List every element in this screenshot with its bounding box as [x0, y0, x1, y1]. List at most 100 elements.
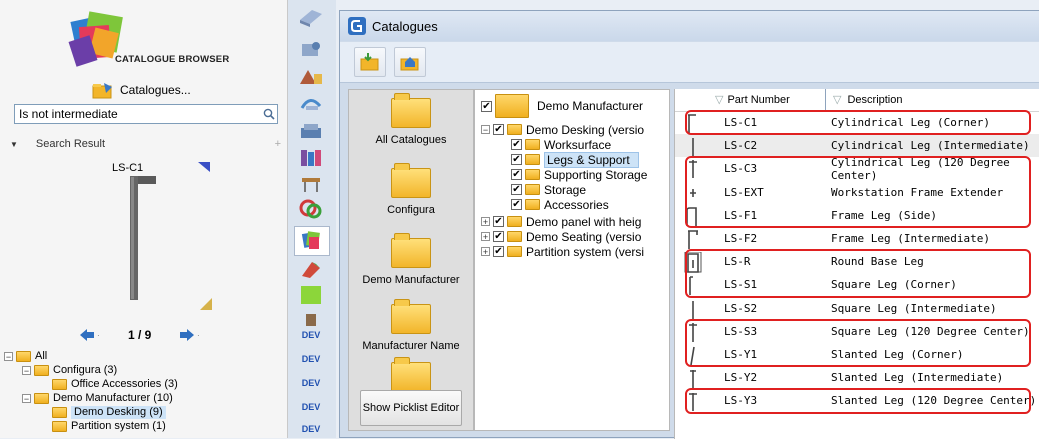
arrow-left-icon — [80, 329, 94, 341]
part-thumbnail — [684, 299, 702, 319]
catalogue-tree-label: Demo Manufacturer — [537, 99, 644, 113]
folder-icon — [507, 124, 522, 135]
dev-icon-3[interactable]: DEV — [298, 378, 324, 404]
tool-icon-1[interactable] — [298, 6, 324, 32]
catalogue-tree-item[interactable]: ✔ Demo Manufacturer — [481, 92, 643, 120]
filter-icon[interactable]: ▽ — [833, 93, 841, 106]
catalogue-tree-item[interactable]: +✔Legs & Support — [499, 151, 639, 168]
catalogue-tree-item[interactable]: + ✔ Demo Seating (versio — [481, 229, 641, 244]
catalogue-item[interactable]: Configura — [349, 163, 473, 216]
next-page-button[interactable]: · — [180, 328, 202, 342]
expand-toggle-icon[interactable]: + — [481, 247, 490, 257]
resize-corner-icon — [200, 298, 212, 310]
part-thumbnail — [684, 136, 702, 157]
checkbox[interactable]: ✔ — [511, 184, 522, 195]
expand-toggle-icon[interactable]: + — [481, 232, 490, 242]
catalogue-tree-item[interactable]: +✔Supporting Storage — [499, 167, 647, 182]
highlight-box — [685, 249, 1031, 298]
catalogue-tree-item[interactable]: + ✔ Partition system (versi — [481, 244, 644, 259]
search-box[interactable] — [14, 104, 278, 124]
catalogue-item[interactable]: Manufacturer Name — [349, 299, 473, 352]
description-header[interactable]: ▽ Description — [833, 93, 903, 107]
checkbox[interactable]: ✔ — [511, 154, 522, 165]
search-input[interactable] — [15, 107, 261, 121]
prev-page-button[interactable]: · — [80, 328, 102, 342]
checkbox[interactable]: ✔ — [493, 216, 504, 227]
tool-icon-7[interactable] — [298, 172, 324, 198]
folder-icon — [525, 199, 540, 210]
catalogue-tree-item[interactable]: + ✔ Demo panel with heig — [481, 214, 641, 229]
result-tree-item[interactable]: Demo Desking (9) — [40, 406, 166, 419]
folder-icon — [52, 421, 67, 432]
tool-icon-2[interactable] — [298, 38, 324, 64]
catalogues-link[interactable]: Catalogues... — [92, 80, 191, 100]
expand-toggle-icon[interactable]: + — [481, 217, 490, 227]
table-row[interactable]: LS-C2 Cylindrical Leg (Intermediate) — [675, 134, 1039, 158]
collapse-toggle-icon[interactable]: − — [22, 366, 31, 376]
window-titlebar[interactable]: Catalogues — [340, 11, 1039, 41]
filter-icon[interactable]: ▽ — [715, 93, 723, 106]
result-tree-item[interactable]: Office Accessories (3) — [40, 378, 178, 391]
description-cell: Cylindrical Leg (Intermediate) — [831, 139, 1030, 153]
checkbox[interactable]: ✔ — [493, 246, 504, 257]
checkbox[interactable]: ✔ — [493, 124, 504, 135]
table-row[interactable]: LS-Y2 Slanted Leg (Intermediate) — [675, 366, 1039, 389]
folder-icon — [391, 233, 431, 268]
dev-icon-5[interactable]: DEV — [298, 424, 324, 438]
dev-icon-2[interactable]: DEV — [298, 354, 324, 380]
search-result-label: Search Result — [35, 138, 106, 150]
tool-icon-10[interactable] — [298, 258, 324, 284]
column-divider[interactable] — [825, 89, 826, 111]
catalogues-link-label: Catalogues... — [120, 83, 191, 97]
result-tree-item[interactable]: − Demo Manufacturer (10) — [22, 392, 173, 405]
table-row[interactable]: LS-S2 Square Leg (Intermediate) — [675, 297, 1039, 320]
catalogue-browser-tool-icon[interactable] — [294, 226, 330, 256]
catalogue-tree-label: Demo Seating (versio — [526, 229, 642, 244]
tool-icon-8[interactable] — [298, 198, 324, 224]
result-tree-item[interactable]: Partition system (1) — [40, 420, 166, 433]
tool-icon-6[interactable] — [298, 146, 324, 172]
catalogue-tree-item[interactable]: +✔Accessories — [499, 197, 609, 212]
page-indicator: 1 / 9 — [128, 328, 152, 342]
checkbox[interactable]: ✔ — [481, 100, 492, 112]
checkbox[interactable]: ✔ — [511, 139, 522, 150]
collapse-toggle-icon[interactable]: − — [4, 352, 13, 362]
result-tree-item[interactable]: − All — [4, 350, 47, 363]
collapse-toggle-icon[interactable]: − — [22, 394, 31, 404]
show-picklist-editor-button[interactable]: Show Picklist Editor — [360, 390, 462, 426]
result-tree-item[interactable]: − Configura (3) — [22, 364, 117, 377]
search-icon[interactable] — [261, 106, 277, 122]
catalogue-item-label: Demo Manufacturer — [362, 274, 460, 286]
search-result-header[interactable]: ▼ Search Result + — [0, 136, 287, 152]
home-catalogue-button[interactable] — [394, 47, 426, 77]
highlight-box — [685, 110, 1031, 136]
catalogue-tree-item[interactable]: +✔Storage — [499, 182, 586, 197]
grid-body: LS-C1 Cylindrical Leg (Corner) LS-C2 Cylind… — [675, 110, 1039, 421]
checkbox[interactable]: ✔ — [493, 231, 504, 242]
tool-icon-4[interactable] — [298, 92, 324, 118]
dev-icon-1[interactable]: DEV — [298, 330, 324, 356]
collapse-arrow-icon[interactable]: ▼ — [10, 140, 18, 149]
checkbox[interactable]: ✔ — [511, 199, 522, 210]
pin-icon[interactable]: + — [275, 138, 281, 150]
tool-icon-3[interactable] — [298, 66, 324, 92]
folder-icon — [16, 351, 31, 362]
result-tree-label: Demo Desking (9) — [71, 406, 166, 419]
catalogue-tree-item[interactable]: +✔Worksurface — [499, 137, 611, 152]
catalogue-tree-item[interactable]: − ✔ Demo Desking (versio — [481, 122, 644, 137]
expand-toggle-icon[interactable]: − — [481, 125, 490, 135]
import-catalogue-button[interactable] — [354, 47, 386, 77]
part-preview: LS-C1 — [20, 152, 280, 327]
tool-icon-5[interactable] — [298, 120, 324, 146]
folder-import-icon — [360, 53, 379, 71]
table-row[interactable]: LS-F2 Frame Leg (Intermediate) — [675, 227, 1039, 250]
tool-icon-11[interactable] — [298, 284, 324, 310]
catalogue-item[interactable]: Demo Manufacturer — [349, 233, 473, 286]
catalogue-item-label: All Catalogues — [375, 134, 447, 146]
checkbox[interactable]: ✔ — [511, 169, 522, 180]
result-tree-label: All — [35, 350, 48, 362]
folder-icon — [525, 169, 540, 180]
part-number-header[interactable]: ▽ Part Number — [715, 93, 790, 107]
leg-thumbnail-icon — [688, 230, 698, 249]
catalogue-item[interactable]: All Catalogues — [349, 93, 473, 146]
